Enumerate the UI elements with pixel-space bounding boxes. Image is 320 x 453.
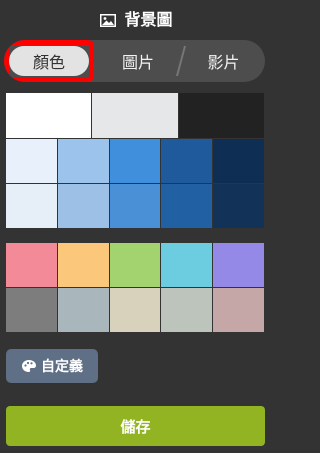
background-type-tabs: 顏色 圖片 影片 xyxy=(4,40,265,82)
color-swatch-blue-b-5[interactable] xyxy=(213,184,264,228)
color-swatch-blue-a-3[interactable] xyxy=(109,139,161,183)
custom-color-label: 自定義 xyxy=(41,359,83,375)
color-swatch-muted-1[interactable] xyxy=(6,288,57,332)
color-swatch-muted-2[interactable] xyxy=(57,288,109,332)
color-swatch-bright-3[interactable] xyxy=(109,243,161,287)
panel-title: 背景圖 xyxy=(124,10,173,29)
color-swatch-bright-5[interactable] xyxy=(213,243,264,287)
color-swatch-neutral-2[interactable] xyxy=(92,93,178,138)
color-swatch-blue-b-4[interactable] xyxy=(161,184,213,228)
tab-video[interactable]: 影片 xyxy=(182,40,265,82)
color-swatch-blue-a-2[interactable] xyxy=(57,139,109,183)
color-swatch-blue-a-4[interactable] xyxy=(161,139,213,183)
color-swatch-blue-b-2[interactable] xyxy=(57,184,109,228)
tab-color-label: 顏色 xyxy=(9,46,89,76)
color-swatch-muted-5[interactable] xyxy=(213,288,264,332)
color-swatch-blue-a-1[interactable] xyxy=(6,139,57,183)
tab-color[interactable]: 顏色 xyxy=(4,40,94,82)
save-button[interactable]: 儲存 xyxy=(6,406,265,446)
color-swatch-bright-1[interactable] xyxy=(6,243,57,287)
color-swatch-blue-b-3[interactable] xyxy=(109,184,161,228)
color-swatch-neutral-3[interactable] xyxy=(178,93,264,138)
custom-color-button[interactable]: 自定義 xyxy=(6,349,98,383)
image-icon xyxy=(100,12,117,27)
color-swatch-muted-3[interactable] xyxy=(109,288,161,332)
color-swatch-bright-4[interactable] xyxy=(161,243,213,287)
tab-image[interactable]: 圖片 xyxy=(94,40,182,82)
color-swatch-blue-a-5[interactable] xyxy=(213,139,264,183)
panel-header: 背景圖 xyxy=(0,0,273,36)
color-swatch-bright-2[interactable] xyxy=(57,243,109,287)
palette-icon xyxy=(21,359,37,373)
color-swatch-muted-4[interactable] xyxy=(161,288,213,332)
color-swatch-blue-b-1[interactable] xyxy=(6,184,57,228)
color-swatch-neutral-1[interactable] xyxy=(6,93,92,138)
